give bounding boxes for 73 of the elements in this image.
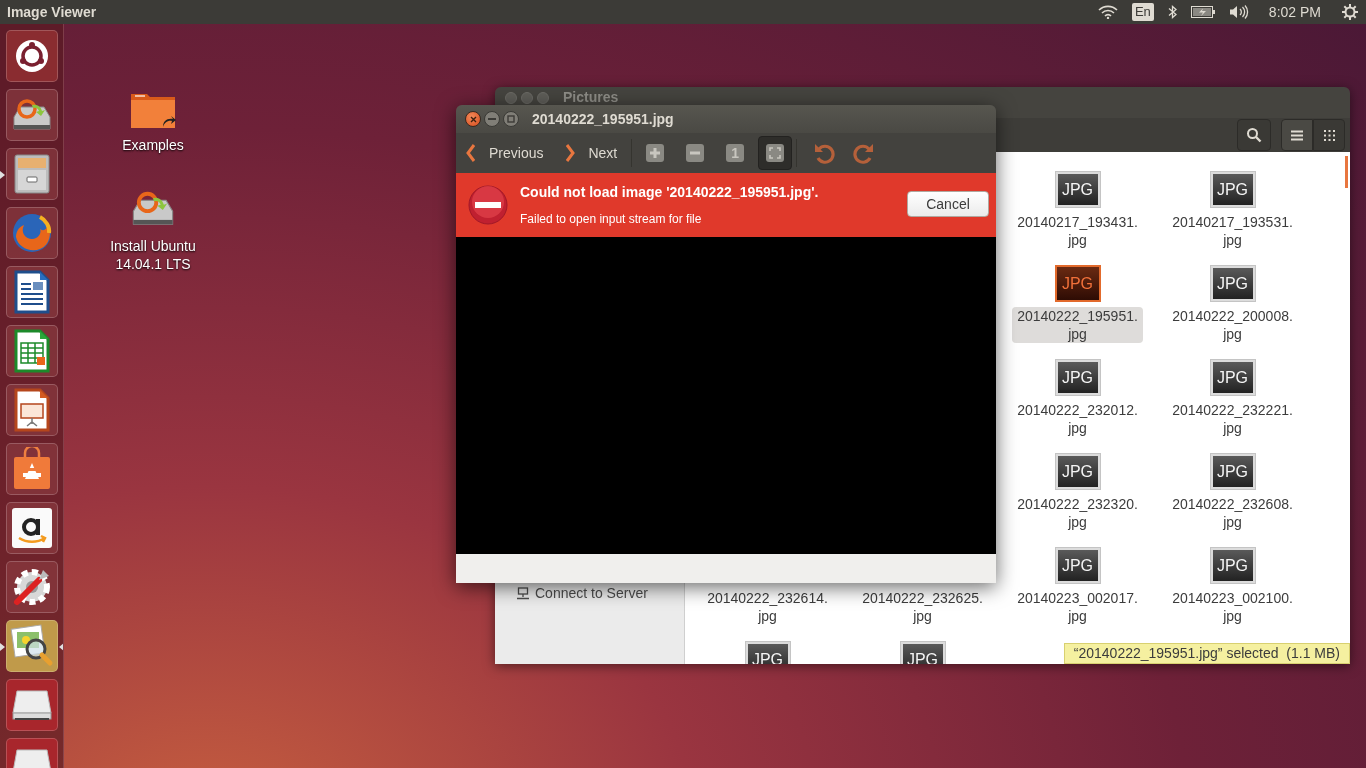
rotate-right-icon xyxy=(853,142,876,164)
jpg-file-icon[interactable]: JPG xyxy=(1054,265,1101,302)
launcher-browser-button[interactable] xyxy=(5,207,58,259)
launcher-drive-button[interactable] xyxy=(5,679,58,731)
maximize-button[interactable] xyxy=(503,111,519,127)
viewer-icon xyxy=(8,623,55,669)
launcher-settings-button[interactable] xyxy=(5,561,58,613)
previous-button[interactable]: Previous xyxy=(466,142,544,164)
impress-icon xyxy=(12,388,51,432)
search-icon xyxy=(1246,127,1262,143)
file-name[interactable]: 20140222_232320.jpg xyxy=(1012,495,1143,531)
file-name[interactable]: 20140217_193531.jpg xyxy=(1167,213,1298,249)
next-button[interactable]: Next xyxy=(565,142,618,164)
chevron-right-icon xyxy=(565,144,576,162)
wifi-icon[interactable] xyxy=(1097,5,1118,19)
stop-icon xyxy=(468,185,508,225)
minimize-icon xyxy=(488,118,496,120)
file-name[interactable]: 20140222_232608.jpg xyxy=(1167,495,1298,531)
launcher-writer-button[interactable] xyxy=(5,266,58,318)
rotate-left-icon xyxy=(813,142,836,164)
minimize-button[interactable] xyxy=(484,111,500,127)
keyboard-layout-indicator[interactable]: En xyxy=(1131,3,1154,21)
scrollbar-thumb[interactable] xyxy=(1345,156,1348,188)
fit-icon xyxy=(766,144,785,162)
close-icon xyxy=(469,115,477,123)
launcher-dash-button[interactable] xyxy=(5,30,58,82)
close-button[interactable] xyxy=(465,111,481,127)
file-name[interactable]: 20140222_232221.jpg xyxy=(1167,401,1298,437)
network-icon xyxy=(517,587,529,600)
launcher-files-button[interactable] xyxy=(5,148,58,200)
chevron-left-icon xyxy=(466,144,476,162)
search-button[interactable] xyxy=(1237,119,1271,151)
error-message: Failed to open input stream for file xyxy=(520,211,703,228)
calc-icon xyxy=(12,329,51,373)
launcher-viewer-button[interactable] xyxy=(5,620,58,672)
launcher-installer-button[interactable] xyxy=(5,89,58,141)
writer-icon xyxy=(12,270,51,314)
file-name[interactable]: 20140222_200008.jpg xyxy=(1167,307,1298,343)
file-name[interactable]: 20140222_232625.jpg xyxy=(857,589,988,625)
launcher-impress-button[interactable] xyxy=(5,384,58,436)
volume-icon[interactable] xyxy=(1228,5,1249,19)
list-icon xyxy=(1291,129,1303,141)
grid-icon xyxy=(1323,129,1335,141)
launcher-store-button[interactable] xyxy=(5,443,58,495)
list-view-button[interactable] xyxy=(1281,119,1313,151)
desktop-icon-label[interactable]: Examples xyxy=(101,136,205,154)
settings-icon[interactable] xyxy=(1341,3,1359,21)
launcher-calc-button[interactable] xyxy=(5,325,58,377)
desktop-icon-label[interactable]: Install Ubuntu 14.04.1 LTS xyxy=(101,237,205,273)
battery-icon[interactable] xyxy=(1190,6,1215,18)
file-name[interactable]: 20140222_232012.jpg xyxy=(1012,401,1143,437)
grid-view-button[interactable] xyxy=(1313,119,1345,151)
error-title: Could not load image '20140222_195951.jpg'. xyxy=(520,183,820,202)
zoom-out-icon xyxy=(686,144,705,162)
best-fit-button[interactable] xyxy=(758,136,793,170)
sidebar-item[interactable]: Connect to Server xyxy=(517,583,684,604)
cancel-button[interactable]: Cancel xyxy=(907,191,989,217)
maximize-icon xyxy=(507,115,515,123)
file-name[interactable]: 20140222_195951.jpg xyxy=(1012,307,1143,343)
bluetooth-icon[interactable] xyxy=(1167,4,1177,20)
window-title: 20140222_195951.jpg xyxy=(532,109,674,129)
app-name: Image Viewer xyxy=(7,2,97,22)
file-name[interactable]: 20140217_193431.jpg xyxy=(1012,213,1143,249)
launcher-amazon-button[interactable] xyxy=(5,502,58,554)
file-name[interactable]: 20140223_002100.jpg xyxy=(1167,589,1298,625)
file-name[interactable]: 20140223_002017.jpg xyxy=(1012,589,1143,625)
file-name[interactable]: 20140222_232614.jpg xyxy=(702,589,833,625)
status-tooltip: “20140222_195951.jpg” selected (1.1 MB) xyxy=(1063,643,1350,664)
files-icon xyxy=(11,153,52,195)
clock[interactable]: 8:02 PM xyxy=(1268,1,1321,23)
amazon-icon xyxy=(10,507,53,549)
zoom-in-icon xyxy=(646,144,665,162)
window-title: Pictures xyxy=(563,90,619,105)
